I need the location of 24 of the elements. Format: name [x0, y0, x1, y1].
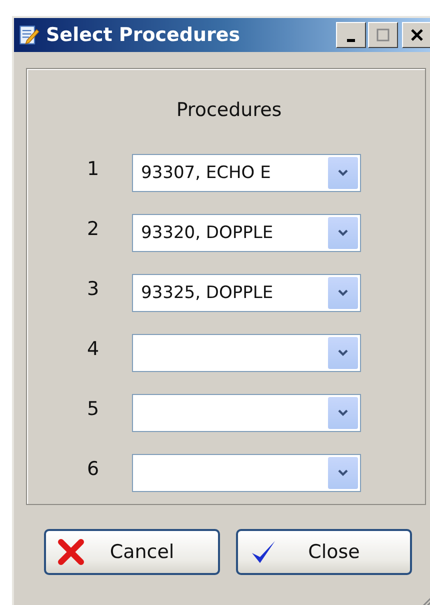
- notepad-pencil-icon: [18, 24, 40, 46]
- minimize-button[interactable]: [336, 22, 366, 48]
- maximize-button[interactable]: [368, 22, 398, 48]
- procedure-dropdown[interactable]: [132, 334, 361, 372]
- row-number: 2: [87, 218, 100, 240]
- close-button[interactable]: [402, 22, 430, 48]
- close-icon: [410, 28, 424, 42]
- procedure-dropdown[interactable]: 93325, DOPPLE: [132, 274, 361, 312]
- procedure-dropdown[interactable]: 93320, DOPPLE: [132, 214, 361, 252]
- close-button[interactable]: Close: [236, 529, 412, 575]
- maximize-icon: [376, 28, 390, 42]
- window-title: Select Procedures: [46, 24, 242, 46]
- procedure-dropdown[interactable]: 93307, ECHO E: [132, 154, 361, 192]
- procedures-heading: Procedures: [175, 99, 282, 123]
- row-number: 4: [87, 338, 100, 360]
- cross-icon: [56, 537, 86, 567]
- procedure-dropdown[interactable]: [132, 394, 361, 432]
- cancel-button[interactable]: Cancel: [44, 529, 220, 575]
- procedure-dropdown[interactable]: [132, 454, 361, 492]
- row-number: 3: [87, 278, 100, 300]
- row-number: 5: [87, 398, 100, 420]
- row-number: 1: [87, 158, 100, 180]
- row-number: 6: [87, 458, 100, 480]
- minimize-icon: [347, 38, 355, 42]
